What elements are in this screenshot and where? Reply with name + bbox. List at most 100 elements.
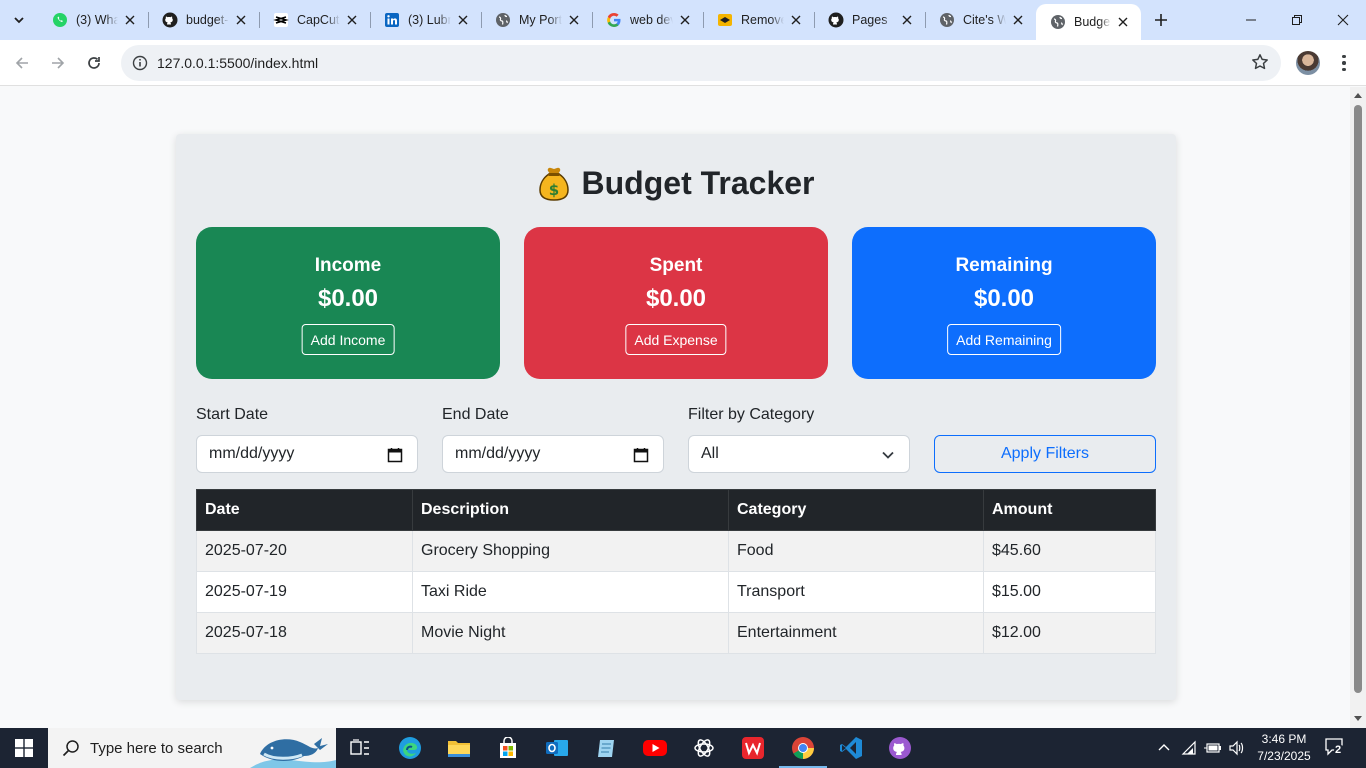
site-info-icon[interactable] xyxy=(123,55,157,71)
browser-menu-button[interactable] xyxy=(1334,51,1354,75)
tab-github-pages[interactable]: Pages xyxy=(814,0,925,40)
close-icon[interactable] xyxy=(1010,12,1026,28)
task-view-button[interactable] xyxy=(344,732,376,764)
profile-avatar[interactable] xyxy=(1296,51,1320,75)
add-expense-button[interactable]: Add Expense xyxy=(625,324,727,355)
tab-linkedin[interactable]: (3) Lubna xyxy=(370,0,481,40)
github-desktop-icon xyxy=(889,737,911,759)
tab-remove[interactable]: Remove xyxy=(703,0,814,40)
tab-title: Budget xyxy=(1074,15,1111,29)
taskbar-youtube[interactable] xyxy=(639,732,671,764)
money-bag-icon: $ xyxy=(538,167,569,201)
add-remaining-button[interactable]: Add Remaining xyxy=(947,324,1061,355)
end-date-label: End Date xyxy=(442,406,509,423)
close-icon[interactable] xyxy=(899,12,915,28)
close-icon[interactable] xyxy=(677,12,693,28)
taskbar-github-desktop[interactable] xyxy=(884,732,916,764)
google-icon xyxy=(606,12,622,28)
page-scrollbar[interactable] xyxy=(1350,87,1366,728)
category-select[interactable]: All xyxy=(688,435,910,473)
column-header-date[interactable]: Date xyxy=(196,489,413,531)
close-icon[interactable] xyxy=(566,12,582,28)
back-button[interactable] xyxy=(6,47,38,79)
table-row[interactable]: 2025-07-19 Taxi Ride Transport $15.00 xyxy=(196,571,1156,613)
scroll-down-arrow-icon[interactable] xyxy=(1354,716,1362,721)
taskbar-edge[interactable] xyxy=(394,732,426,764)
battery-status[interactable] xyxy=(1201,728,1225,768)
minimize-button[interactable] xyxy=(1228,0,1274,40)
tab-capcut[interactable]: CapCut xyxy=(259,0,370,40)
start-date-label: Start Date xyxy=(196,406,269,423)
bookmark-star-icon[interactable] xyxy=(1251,53,1269,76)
taskbar-notepad[interactable] xyxy=(590,732,622,764)
start-date-input[interactable]: mm/dd/yyyy xyxy=(196,435,418,473)
folder-icon xyxy=(448,741,470,757)
close-icon[interactable] xyxy=(455,12,471,28)
budget-card: $ Budget Tracker Income $0.00 Add Income… xyxy=(176,134,1176,700)
cell-category: Entertainment xyxy=(728,612,984,654)
tab-google-search[interactable]: web dev xyxy=(592,0,703,40)
close-icon[interactable] xyxy=(1115,14,1131,30)
wifi-icon xyxy=(1181,740,1196,755)
taskbar-chrome[interactable] xyxy=(779,732,827,768)
tab-title: My Portfolio xyxy=(519,13,562,27)
spent-label: Spent xyxy=(649,255,703,276)
tab-cites[interactable]: Cite's W xyxy=(925,0,1036,40)
apply-filters-button[interactable]: Apply Filters xyxy=(934,435,1156,473)
system-clock[interactable]: 3:46 PM 7/23/2025 xyxy=(1248,731,1320,765)
column-header-category[interactable]: Category xyxy=(728,489,984,531)
tab-search-button[interactable] xyxy=(6,7,32,33)
plus-icon xyxy=(1155,14,1167,26)
taskbar-store[interactable] xyxy=(492,732,524,764)
cell-description: Movie Night xyxy=(412,612,729,654)
calendar-icon[interactable] xyxy=(387,447,403,463)
reload-button[interactable] xyxy=(78,47,110,79)
cell-date: 2025-07-18 xyxy=(196,612,413,654)
whale-illustration-icon xyxy=(250,738,336,768)
close-icon[interactable] xyxy=(122,12,138,28)
show-hidden-icons-button[interactable] xyxy=(1154,728,1174,768)
windows-taskbar: Type here to search 3:46 PM 7/23/2025 2 xyxy=(0,728,1366,768)
taskbar-search-box[interactable]: Type here to search xyxy=(48,728,336,768)
close-icon[interactable] xyxy=(344,12,360,28)
forward-button[interactable] xyxy=(42,47,74,79)
outlook-icon xyxy=(546,740,568,756)
restore-button[interactable] xyxy=(1274,0,1320,40)
income-amount: $0.00 xyxy=(317,285,379,312)
start-button[interactable] xyxy=(0,728,48,768)
close-icon[interactable] xyxy=(233,12,249,28)
column-header-amount[interactable]: Amount xyxy=(983,489,1156,531)
column-header-description[interactable]: Description xyxy=(412,489,729,531)
new-tab-button[interactable] xyxy=(1148,7,1174,33)
taskbar-chatgpt[interactable] xyxy=(688,732,720,764)
cell-date: 2025-07-19 xyxy=(196,571,413,613)
scroll-up-arrow-icon[interactable] xyxy=(1354,93,1362,98)
address-bar[interactable]: 127.0.0.1:5500/index.html xyxy=(121,45,1281,81)
network-status[interactable] xyxy=(1178,728,1202,768)
end-date-input[interactable]: mm/dd/yyyy xyxy=(442,435,664,473)
taskbar-outlook[interactable] xyxy=(541,732,573,764)
tab-github-budget[interactable]: budget-tracker xyxy=(148,0,259,40)
taskbar-wps[interactable] xyxy=(737,732,769,764)
scrollbar-thumb[interactable] xyxy=(1354,105,1362,693)
tab-title: budget-tracker xyxy=(186,13,229,27)
minimize-icon xyxy=(1246,19,1256,21)
table-row[interactable]: 2025-07-18 Movie Night Entertainment $12… xyxy=(196,612,1156,654)
battery-icon xyxy=(1204,743,1221,753)
chevron-down-icon xyxy=(882,451,894,459)
tab-portfolio[interactable]: My Portfolio xyxy=(481,0,592,40)
windows-logo-icon xyxy=(15,739,33,757)
notepad-icon xyxy=(598,740,614,757)
close-icon[interactable] xyxy=(788,12,804,28)
table-row[interactable]: 2025-07-20 Grocery Shopping Food $45.60 xyxy=(196,530,1156,572)
taskbar-file-explorer[interactable] xyxy=(443,732,475,764)
close-window-button[interactable] xyxy=(1320,0,1366,40)
notification-center-button[interactable]: 2 xyxy=(1324,736,1346,758)
tab-budget-active[interactable]: Budget xyxy=(1036,4,1141,40)
add-income-button[interactable]: Add Income xyxy=(301,324,395,355)
remaining-amount: $0.00 xyxy=(973,285,1035,312)
taskbar-vscode[interactable] xyxy=(835,732,867,764)
calendar-icon[interactable] xyxy=(633,447,649,463)
tab-whatsapp[interactable]: (3) WhatsApp xyxy=(38,0,148,40)
volume-control[interactable] xyxy=(1225,728,1249,768)
